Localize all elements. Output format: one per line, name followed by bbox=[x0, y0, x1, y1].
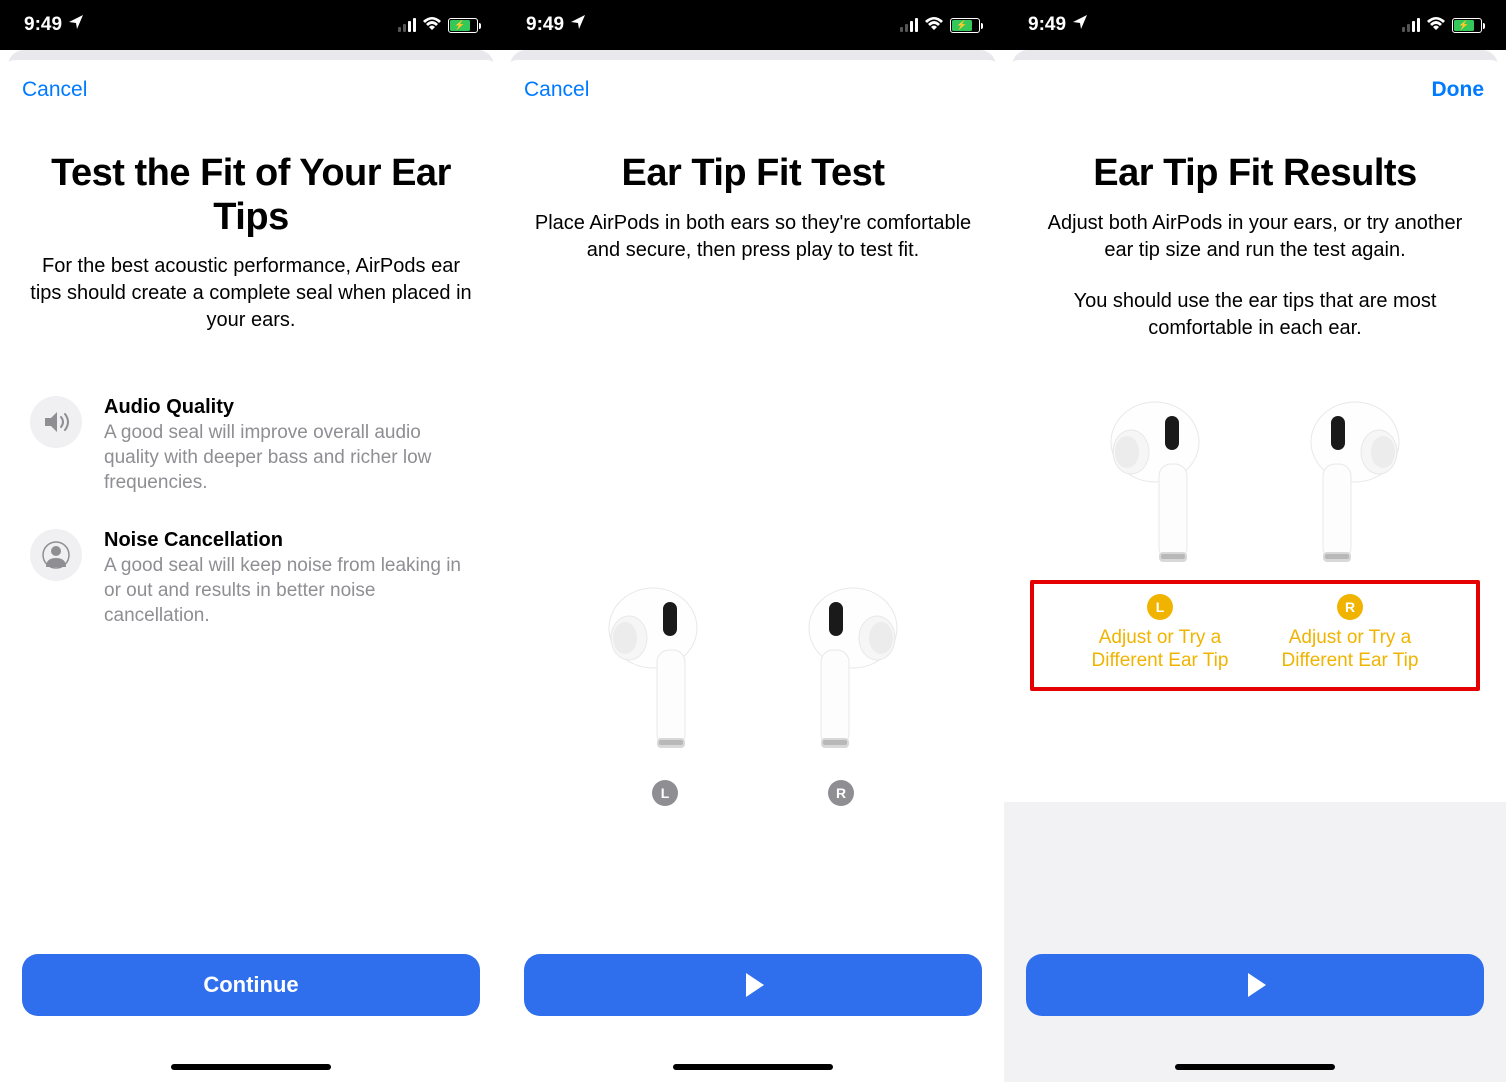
modal-sheet: Done Ear Tip Fit Results Adjust both Air… bbox=[1004, 60, 1506, 1082]
benefit-desc: A good seal will improve overall audio q… bbox=[104, 421, 472, 495]
page-title: Ear Tip Fit Results bbox=[1026, 152, 1484, 196]
screen-test: 9:49 Cancel Ear Tip Fit Test Place AirPo… bbox=[502, 0, 1004, 1082]
page-subtitle: Place AirPods in both ears so they're co… bbox=[524, 210, 982, 264]
cancel-button[interactable]: Cancel bbox=[22, 78, 87, 102]
benefits-list: Audio Quality A good seal will improve o… bbox=[22, 396, 480, 662]
left-badge: L bbox=[652, 780, 678, 806]
right-result-text: Adjust or Try a Different Ear Tip bbox=[1265, 626, 1435, 674]
page-title: Ear Tip Fit Test bbox=[524, 152, 982, 196]
home-indicator[interactable] bbox=[171, 1064, 331, 1070]
speaker-icon bbox=[30, 396, 82, 448]
location-icon bbox=[1072, 14, 1088, 36]
wifi-icon bbox=[422, 15, 442, 36]
status-time: 9:49 bbox=[24, 14, 62, 36]
benefit-title: Audio Quality bbox=[104, 396, 472, 419]
wifi-icon bbox=[924, 15, 944, 36]
screen-intro: 9:49 Cancel Test the Fit of Your Ear Tip… bbox=[0, 0, 502, 1082]
home-indicator[interactable] bbox=[1175, 1064, 1335, 1070]
status-bar: 9:49 bbox=[1004, 0, 1506, 50]
battery-icon bbox=[950, 18, 980, 33]
cellular-icon bbox=[900, 18, 918, 32]
airpod-right-icon bbox=[1283, 394, 1403, 574]
wifi-icon bbox=[1426, 15, 1446, 36]
cellular-icon bbox=[398, 18, 416, 32]
airpod-right-icon bbox=[781, 580, 901, 760]
battery-icon bbox=[448, 18, 478, 33]
airpod-left-icon bbox=[605, 580, 725, 760]
benefit-audio-quality: Audio Quality A good seal will improve o… bbox=[30, 396, 472, 495]
status-time: 9:49 bbox=[526, 14, 564, 36]
airpod-left-icon bbox=[1107, 394, 1227, 574]
modal-sheet: Cancel Test the Fit of Your Ear Tips For… bbox=[0, 60, 502, 1082]
continue-button[interactable]: Continue bbox=[22, 954, 480, 1016]
page-title: Test the Fit of Your Ear Tips bbox=[22, 152, 480, 239]
status-bar: 9:49 bbox=[0, 0, 502, 50]
results-footer-bg bbox=[1004, 802, 1506, 1082]
page-subtitle-1: Adjust both AirPods in your ears, or try… bbox=[1026, 210, 1484, 264]
result-right: R Adjust or Try a Different Ear Tip bbox=[1265, 594, 1435, 674]
status-time: 9:49 bbox=[1028, 14, 1066, 36]
right-badge: R bbox=[1337, 594, 1363, 620]
benefit-noise-cancellation: Noise Cancellation A good seal will keep… bbox=[30, 529, 472, 628]
play-button[interactable] bbox=[1026, 954, 1484, 1016]
benefit-title: Noise Cancellation bbox=[104, 529, 472, 552]
continue-label: Continue bbox=[203, 972, 298, 998]
location-icon bbox=[68, 14, 84, 36]
play-icon bbox=[746, 973, 764, 997]
left-result-text: Adjust or Try a Different Ear Tip bbox=[1075, 626, 1245, 674]
play-button[interactable] bbox=[524, 954, 982, 1016]
person-icon bbox=[30, 529, 82, 581]
done-button[interactable]: Done bbox=[1432, 78, 1485, 102]
page-subtitle-2: You should use the ear tips that are mos… bbox=[1026, 288, 1484, 342]
battery-icon bbox=[1452, 18, 1482, 33]
screen-results: 9:49 Done Ear Tip Fit Results Adjust bot… bbox=[1004, 0, 1506, 1082]
modal-sheet: Cancel Ear Tip Fit Test Place AirPods in… bbox=[502, 60, 1004, 1082]
right-badge: R bbox=[828, 780, 854, 806]
results-highlight-box: L Adjust or Try a Different Ear Tip R Ad… bbox=[1030, 580, 1480, 692]
left-badge: L bbox=[1147, 594, 1173, 620]
benefit-desc: A good seal will keep noise from leaking… bbox=[104, 554, 472, 628]
airpods-illustration bbox=[1026, 394, 1484, 574]
play-icon bbox=[1248, 973, 1266, 997]
cellular-icon bbox=[1402, 18, 1420, 32]
status-bar: 9:49 bbox=[502, 0, 1004, 50]
location-icon bbox=[570, 14, 586, 36]
airpod-left-col: L bbox=[605, 580, 725, 806]
cancel-button[interactable]: Cancel bbox=[524, 78, 589, 102]
page-subtitle: For the best acoustic performance, AirPo… bbox=[22, 253, 480, 334]
home-indicator[interactable] bbox=[673, 1064, 833, 1070]
result-left: L Adjust or Try a Different Ear Tip bbox=[1075, 594, 1245, 674]
airpod-right-col: R bbox=[781, 580, 901, 806]
